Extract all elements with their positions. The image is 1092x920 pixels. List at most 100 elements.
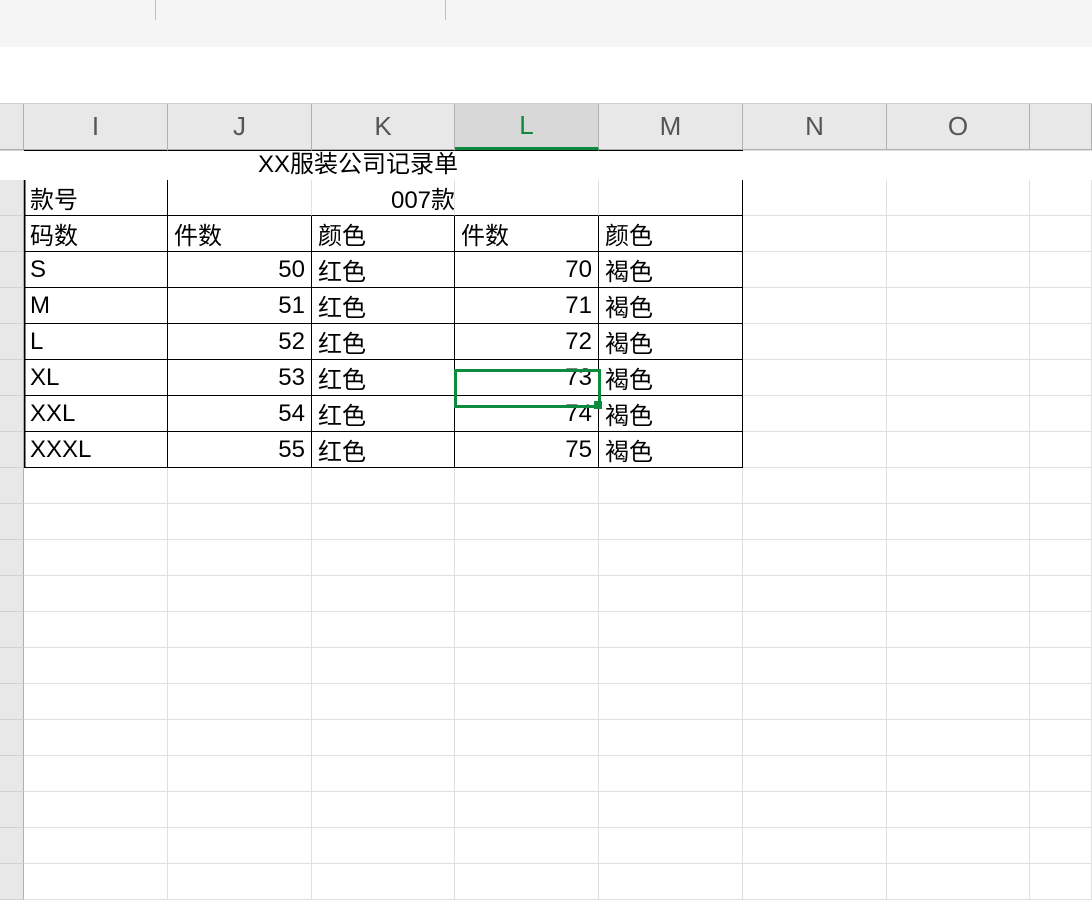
col-header-O[interactable]: O bbox=[887, 104, 1030, 149]
cell-color2[interactable]: 褐色 bbox=[599, 396, 743, 432]
cell-qty1[interactable]: 50 bbox=[168, 252, 312, 288]
cell[interactable] bbox=[312, 576, 455, 612]
cell[interactable] bbox=[1030, 360, 1092, 396]
row-number[interactable] bbox=[0, 252, 24, 288]
cell[interactable] bbox=[743, 432, 887, 468]
cell[interactable] bbox=[887, 756, 1030, 792]
cell[interactable] bbox=[599, 864, 743, 900]
cell-size[interactable]: XXL bbox=[24, 396, 168, 432]
cell[interactable] bbox=[743, 828, 887, 864]
cell-qty2[interactable]: 71 bbox=[455, 288, 599, 324]
cell[interactable] bbox=[887, 180, 1030, 216]
cell[interactable] bbox=[24, 504, 168, 540]
cell[interactable] bbox=[168, 792, 312, 828]
col-header-L[interactable]: L bbox=[455, 104, 599, 150]
cell[interactable] bbox=[743, 504, 887, 540]
cell[interactable] bbox=[1030, 540, 1092, 576]
cell[interactable] bbox=[743, 150, 887, 151]
row-number[interactable] bbox=[0, 288, 24, 324]
cell[interactable] bbox=[1030, 792, 1092, 828]
cell[interactable] bbox=[312, 684, 455, 720]
cell[interactable] bbox=[887, 720, 1030, 756]
cell[interactable] bbox=[743, 396, 887, 432]
cell[interactable] bbox=[1030, 180, 1092, 216]
header-color1[interactable]: 颜色 bbox=[312, 216, 455, 252]
cell[interactable] bbox=[599, 756, 743, 792]
cell[interactable] bbox=[24, 792, 168, 828]
cell-color2[interactable]: 褐色 bbox=[599, 432, 743, 468]
cell[interactable] bbox=[24, 684, 168, 720]
cell[interactable] bbox=[743, 720, 887, 756]
row-number[interactable] bbox=[0, 792, 24, 828]
cell-color2[interactable]: 褐色 bbox=[599, 252, 743, 288]
cell[interactable] bbox=[455, 648, 599, 684]
cell[interactable] bbox=[887, 468, 1030, 504]
cell[interactable] bbox=[168, 648, 312, 684]
cell-color2[interactable]: 褐色 bbox=[599, 324, 743, 360]
cell[interactable] bbox=[743, 576, 887, 612]
cell-qty1[interactable]: 52 bbox=[168, 324, 312, 360]
cell[interactable] bbox=[743, 288, 887, 324]
cell[interactable] bbox=[455, 180, 599, 216]
cell[interactable] bbox=[168, 180, 312, 216]
row-number[interactable] bbox=[0, 432, 24, 468]
cell[interactable] bbox=[887, 864, 1030, 900]
cell[interactable] bbox=[455, 684, 599, 720]
cell[interactable] bbox=[24, 576, 168, 612]
cell[interactable] bbox=[743, 324, 887, 360]
row-number[interactable] bbox=[0, 324, 24, 360]
cell-color2[interactable]: 褐色 bbox=[599, 360, 743, 396]
row-number[interactable] bbox=[0, 684, 24, 720]
cell[interactable] bbox=[887, 612, 1030, 648]
cell[interactable] bbox=[312, 756, 455, 792]
cell[interactable] bbox=[1030, 504, 1092, 540]
cell[interactable] bbox=[455, 720, 599, 756]
cell[interactable] bbox=[1030, 756, 1092, 792]
cell-color2[interactable]: 褐色 bbox=[599, 288, 743, 324]
cell[interactable] bbox=[887, 540, 1030, 576]
cell-color1[interactable]: 红色 bbox=[312, 396, 455, 432]
row-number[interactable] bbox=[0, 648, 24, 684]
cell[interactable] bbox=[168, 576, 312, 612]
cell[interactable] bbox=[168, 864, 312, 900]
cell[interactable] bbox=[887, 324, 1030, 360]
header-qty2[interactable]: 件数 bbox=[455, 216, 599, 252]
cell[interactable] bbox=[455, 468, 599, 504]
cell-qty1[interactable]: 53 bbox=[168, 360, 312, 396]
cell[interactable] bbox=[743, 180, 887, 216]
cell[interactable] bbox=[24, 720, 168, 756]
header-color2[interactable]: 颜色 bbox=[599, 216, 743, 252]
cell[interactable] bbox=[1030, 684, 1092, 720]
header-size[interactable]: 码数 bbox=[24, 216, 168, 252]
cell[interactable] bbox=[24, 648, 168, 684]
cell[interactable] bbox=[599, 828, 743, 864]
cell[interactable] bbox=[1030, 396, 1092, 432]
row-number[interactable] bbox=[0, 360, 24, 396]
cell[interactable] bbox=[599, 720, 743, 756]
cell[interactable] bbox=[455, 576, 599, 612]
cell[interactable] bbox=[168, 756, 312, 792]
cell-style-label[interactable]: 款号 bbox=[24, 180, 168, 216]
cell[interactable] bbox=[599, 612, 743, 648]
col-header-N[interactable]: N bbox=[743, 104, 887, 149]
cell[interactable] bbox=[24, 864, 168, 900]
row-number[interactable] bbox=[0, 720, 24, 756]
cell[interactable] bbox=[168, 468, 312, 504]
cell-qty2[interactable]: 70 bbox=[455, 252, 599, 288]
row-number[interactable] bbox=[0, 150, 24, 151]
cell[interactable] bbox=[743, 684, 887, 720]
cell-style-value[interactable]: 007款 bbox=[312, 180, 455, 216]
cell[interactable] bbox=[599, 576, 743, 612]
row-number[interactable] bbox=[0, 504, 24, 540]
cell[interactable] bbox=[1030, 576, 1092, 612]
cell[interactable] bbox=[312, 150, 455, 151]
cell[interactable] bbox=[24, 468, 168, 504]
cell[interactable] bbox=[24, 612, 168, 648]
cell[interactable] bbox=[312, 828, 455, 864]
cell-size[interactable]: XL bbox=[24, 360, 168, 396]
cell[interactable] bbox=[599, 468, 743, 504]
cell[interactable] bbox=[743, 792, 887, 828]
cell[interactable] bbox=[887, 828, 1030, 864]
cell-qty1[interactable]: 55 bbox=[168, 432, 312, 468]
row-number[interactable] bbox=[0, 756, 24, 792]
